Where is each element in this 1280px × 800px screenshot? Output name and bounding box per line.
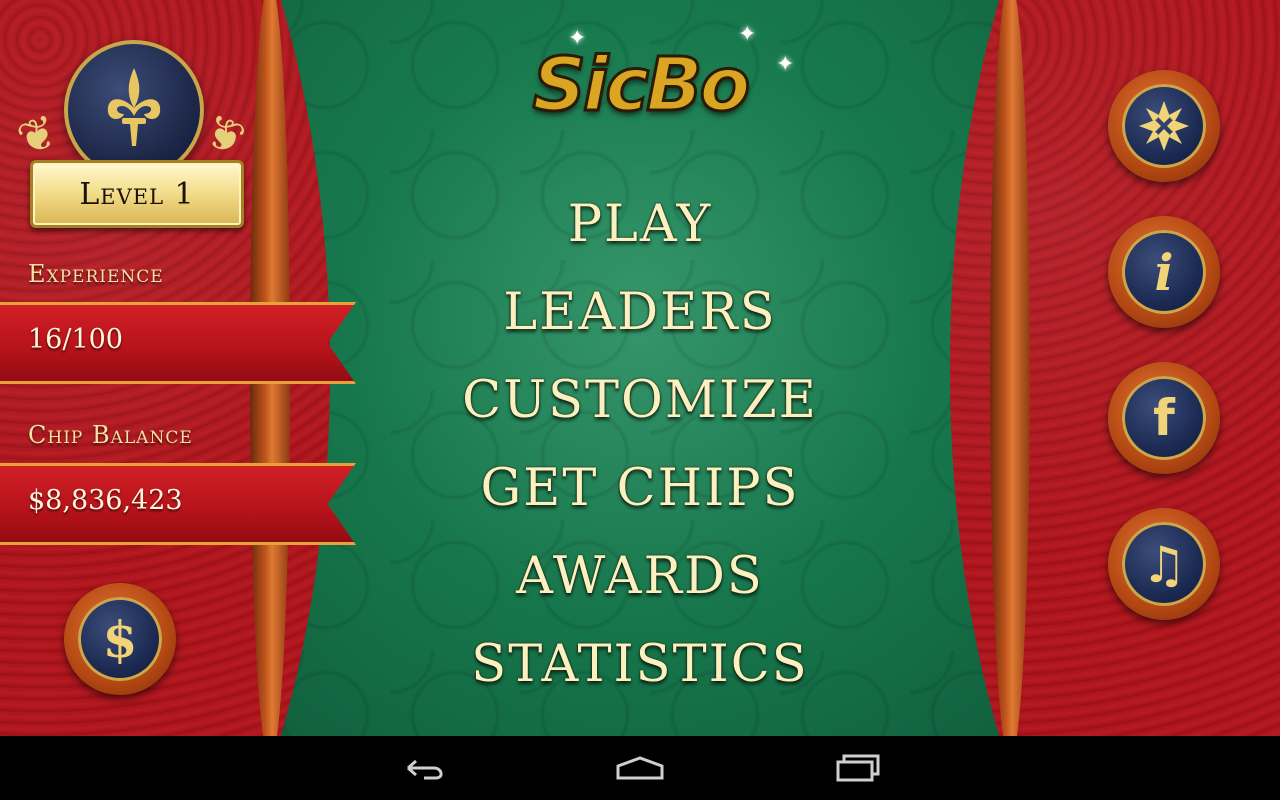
menu-get-chips[interactable]: GET CHIPS [420,454,860,542]
settings-emblem-svg [1139,101,1189,151]
menu-customize[interactable]: CUSTOMIZE [420,366,860,454]
facebook-glyph: f [1153,389,1175,447]
level-plate: Level 1 [30,160,244,228]
experience-label: Experience [28,260,164,288]
home-icon[interactable] [610,750,670,786]
snowflake-gear-icon [1122,84,1206,168]
dollar-icon: $ [78,597,162,681]
chip-balance-label: Chip Balance [28,421,193,449]
back-icon[interactable] [394,750,454,786]
ribbon-edge-bottom [0,381,356,384]
info-icon: i [1122,230,1206,314]
ribbon-edge-top [0,463,356,466]
fleur-de-lis-icon [107,68,161,146]
info-glyph: i [1154,242,1174,302]
music-note-icon: ♫ [1122,522,1206,606]
dollar-glyph: $ [102,609,138,669]
menu-leaders[interactable]: LEADERS [420,278,860,366]
music-glyph: ♫ [1141,534,1187,594]
ribbon-edge-top [0,302,356,305]
menu-play[interactable]: PLAY [420,190,860,278]
recent-apps-icon[interactable] [828,750,888,786]
chip-balance-value: $8,836,423 [28,485,183,516]
menu-statistics[interactable]: STATISTICS [420,630,860,718]
ribbon-edge-bottom [0,542,356,545]
menu-awards[interactable]: AWARDS [420,542,860,630]
game-screen: ❦ ❦ Level 1 Experience 16/100 Chip Balan… [0,0,1280,736]
level-emblem [64,40,204,180]
sparkle-icon: ✦ [568,26,587,51]
facebook-icon: f [1122,376,1206,460]
system-navigation-bar [0,736,1280,800]
right-wood-rail [990,0,1030,736]
level-label: Level 1 [79,176,195,212]
experience-value: 16/100 [28,324,123,355]
buy-chips-button[interactable]: $ [64,583,176,695]
info-button[interactable]: i [1108,216,1220,328]
sparkle-icon: ✦ [738,22,757,47]
sparkle-icon: ✦ [776,52,795,77]
music-button[interactable]: ♫ [1108,508,1220,620]
main-menu: PLAY LEADERS CUSTOMIZE GET CHIPS AWARDS … [420,190,860,718]
settings-button[interactable] [1108,70,1220,182]
sicbo-logo: SicBo [531,41,752,130]
facebook-button[interactable]: f [1108,362,1220,474]
